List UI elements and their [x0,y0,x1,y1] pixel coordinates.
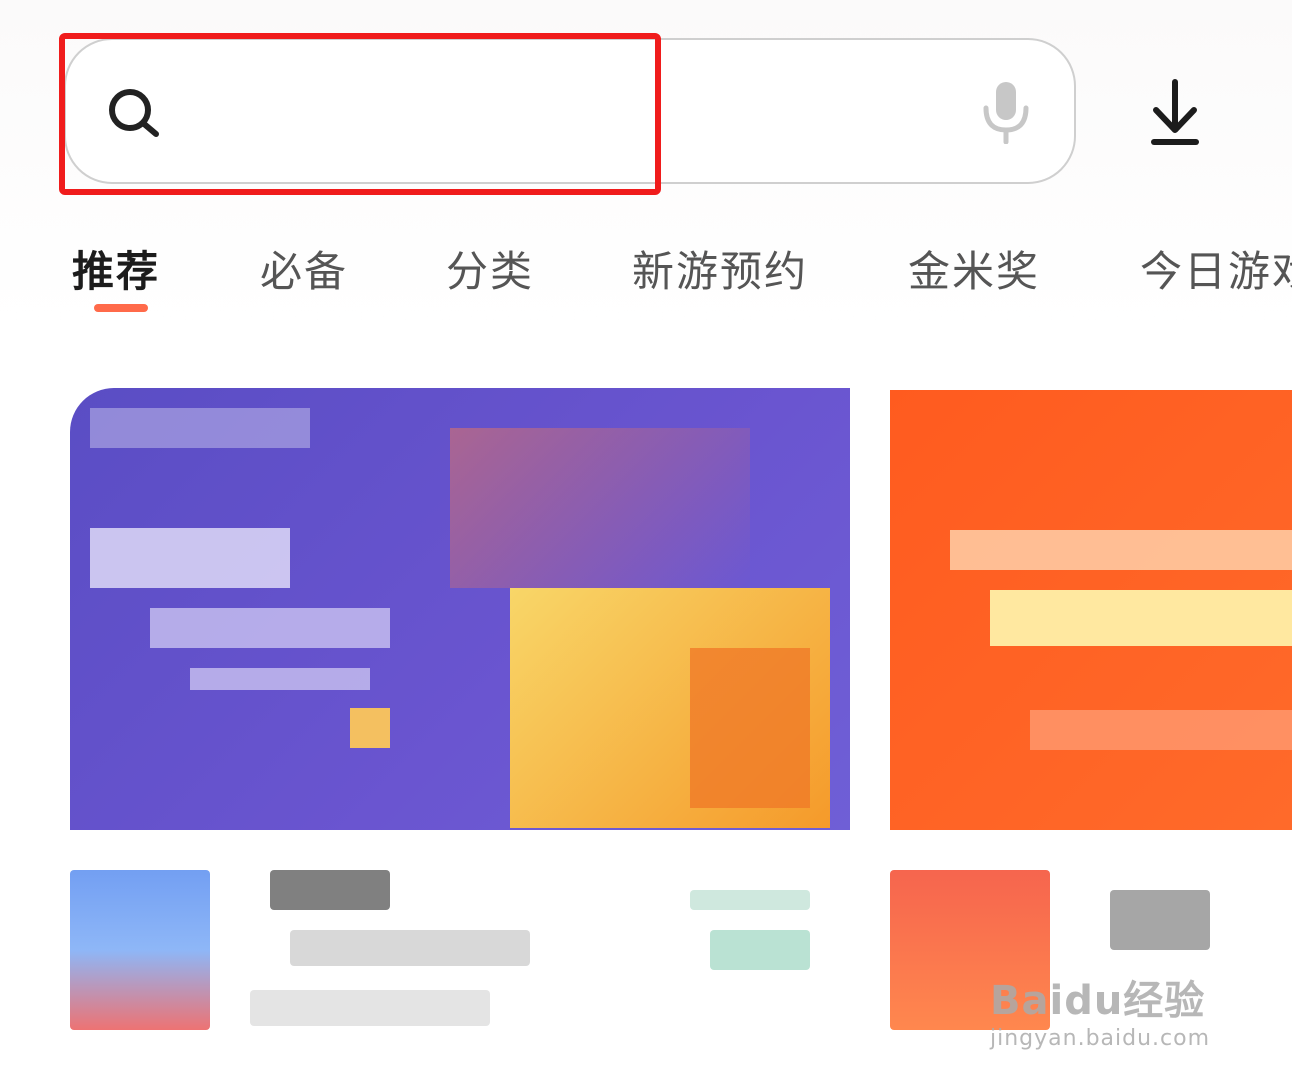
search-icon[interactable] [106,86,162,138]
app-name-pixels [270,870,390,910]
search-bar[interactable] [64,38,1076,184]
banner-pixel-text [90,528,290,588]
confetti-pixels [450,428,750,588]
download-icon[interactable] [1148,78,1202,146]
banner-pixel-text [1030,710,1292,750]
watermark-main: Baidu经验 [990,978,1206,1024]
app-name-pixels [1110,890,1210,950]
microphone-icon[interactable] [980,80,1032,144]
category-tabs: 推荐 必备 分类 新游预约 金米奖 今日游戏 [0,238,1292,318]
gift-box-image [690,648,810,808]
tab-golden-rice-award[interactable]: 金米奖 [908,238,1040,299]
tab-recommend[interactable]: 推荐 [72,238,160,299]
sparkle-pixel [350,708,390,748]
tab-essentials[interactable]: 必备 [260,238,348,299]
watermark: Baidu经验 jingyan.baidu.com [990,968,1210,1051]
banner-pixel-text [190,668,370,690]
banner-pixel-text [150,608,390,648]
app-button-pixels[interactable] [690,890,810,910]
active-tab-indicator [94,304,148,312]
tab-new-game-reservation[interactable]: 新游预约 [632,238,808,299]
banner-pixel-text [950,530,1292,570]
app-icon[interactable] [70,870,210,1030]
watermark-sub: jingyan.baidu.com [990,1026,1211,1051]
banner-card-orange[interactable] [890,390,1292,830]
app-desc-pixels [250,990,490,1026]
tab-categories[interactable]: 分类 [446,238,534,299]
banner-pixel-text [990,590,1292,646]
banner-pixel-text [90,408,310,448]
banner-card-purple[interactable] [70,388,850,830]
search-input[interactable] [186,80,970,142]
app-button-pixels[interactable] [710,930,810,970]
app-desc-pixels [290,930,530,966]
tab-today-games[interactable]: 今日游戏 [1140,238,1292,299]
